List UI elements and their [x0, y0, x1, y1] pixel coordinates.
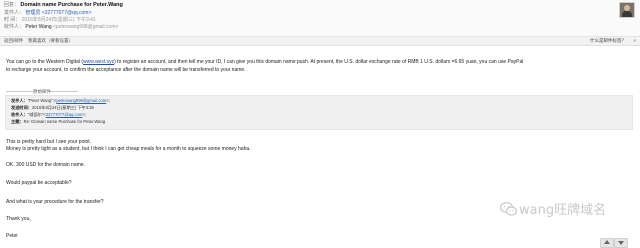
to-row: 收件人： Peter Wang <peterwang998@gmail.com> — [4, 24, 118, 30]
quote-to-row: 收件人："域面尔"<32777077@qq.com>; — [11, 112, 86, 118]
west-link[interactable]: www.west.xyz — [83, 59, 114, 65]
toolbar-item-favorite[interactable]: 我最喜欢（要看设置） — [28, 37, 73, 45]
quote-time-value: 2016年8月24日(星期三) 下午3:26 — [31, 105, 94, 110]
reply-line: And what is your procedure for the trans… — [6, 199, 104, 205]
reply-line: Thank you, — [6, 216, 31, 222]
body-paragraph-1: You can go to the Western Digital (www.w… — [6, 59, 523, 66]
mail-time: 2016年8月24日(星期三) 下午3:41 — [21, 17, 96, 23]
from-name[interactable]: 管理员 — [25, 10, 40, 16]
avatar-body — [622, 11, 632, 17]
body-text-before-link: You can go to the Western Digital ( — [6, 59, 83, 65]
quote-to-value: "域面尔"< — [27, 112, 46, 117]
mail-header: 回复： Domain name Purchase for Peter.Wang … — [0, 0, 640, 37]
quote-subject-row: 主题：Re: Domain name Purchase for Peter.Wa… — [11, 119, 105, 125]
avatar[interactable] — [619, 2, 635, 18]
quote-subject-key: 主题： — [11, 119, 24, 124]
from-key: 发件人： — [4, 10, 25, 16]
watermark: wang旺牌域名 — [500, 202, 630, 220]
watermark-text: wang旺牌域名 — [519, 203, 607, 218]
reply-line: Money is pretty tight as a student, but … — [6, 146, 251, 152]
quote-to-tail: >; — [82, 112, 86, 117]
quote-from-tail: >; — [106, 98, 110, 103]
time-row: 时 间： 2016年8月24日(星期三) 下午3:41 — [4, 17, 96, 23]
quote-from-key: 发件人： — [11, 98, 28, 103]
subject-key: 回复： — [4, 2, 20, 8]
body-text-after-link: ) to register an account, and then tell … — [114, 59, 524, 65]
subject-row: 回复： Domain name Purchase for Peter.Wang — [4, 2, 123, 8]
quote-time-row: 发送时间：2016年8月24日(星期三) 下午3:26 — [11, 105, 94, 111]
quote-from-row: 发件人："Peter Wang";<peterwang998@gmail.com… — [11, 98, 110, 104]
wechat-logo-icon — [500, 202, 517, 216]
quoted-header: 发件人："Peter Wang";<peterwang998@gmail.com… — [5, 95, 633, 130]
mail-subject: Domain name Purchase for Peter.Wang — [20, 2, 123, 8]
to-name[interactable]: Peter Wang — [25, 24, 51, 30]
body-paragraph-1-line-2: to recharge your account, to confirm the… — [6, 67, 246, 73]
quote-to-email[interactable]: 32777077@qq.com — [46, 112, 83, 117]
to-key: 收件人： — [4, 24, 25, 30]
reply-line: Would paypal be acceptable? — [6, 180, 72, 186]
toolbar-item-back[interactable]: 返回/邮件 — [4, 37, 23, 45]
quote-to-key: 收件人： — [11, 112, 28, 117]
to-email[interactable]: <peterwang998@gmail.com> — [53, 24, 118, 30]
reply-signature: Peter — [6, 233, 18, 239]
mail-toolbar: 返回/邮件 我最喜欢（要看设置） 什么是邮件标签？ × — [0, 37, 640, 46]
quote-from-email[interactable]: peterwang998@gmail.com — [56, 98, 106, 103]
time-key: 时 间： — [4, 17, 21, 23]
from-row: 发件人： 管理员 <32777077@qq.com> — [4, 10, 91, 16]
close-icon[interactable]: × — [633, 37, 636, 45]
quote-subject-value: Re: Domain name Purchase for Peter.Wang — [23, 119, 106, 124]
from-email[interactable]: <32777077@qq.com> — [42, 10, 92, 16]
reply-line: OK. 300 USD for the domain name. — [6, 162, 85, 168]
quote-from-value: "Peter Wang";< — [27, 98, 57, 103]
quote-time-key: 发送时间： — [11, 105, 32, 110]
reply-line: This is pretty hard but I see your point… — [6, 139, 92, 145]
toolbar-tag-help[interactable]: 什么是邮件标签？ — [590, 37, 626, 45]
